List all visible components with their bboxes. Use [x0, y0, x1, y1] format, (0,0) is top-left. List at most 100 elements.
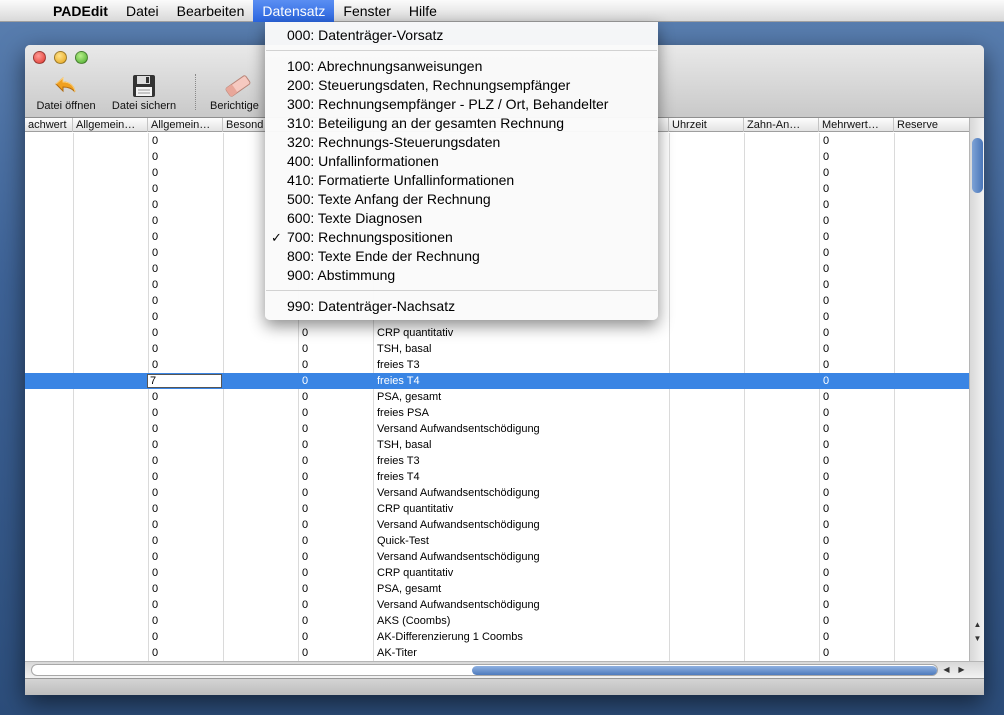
table-row[interactable]: 0 0 AK-Differenzierung 1 Coombs 0	[25, 629, 969, 645]
table-cell[interactable]: 0	[819, 213, 894, 229]
table-cell[interactable]: 0	[148, 453, 223, 469]
table-row[interactable]: 0 0 freies T4 0	[25, 469, 969, 485]
table-cell[interactable]: 0	[819, 277, 894, 293]
table-cell[interactable]: 0	[148, 629, 223, 645]
table-cell[interactable]: 0	[148, 437, 223, 453]
table-cell[interactable]: Versand Aufwandsentschödigung	[373, 421, 669, 437]
table-cell[interactable]: PSA, gesamt	[373, 389, 669, 405]
horizontal-scroll-thumb[interactable]	[472, 666, 937, 675]
table-row[interactable]: 0 0 CRP quantitativ 0	[25, 501, 969, 517]
table-cell[interactable]: 0	[298, 405, 373, 421]
table-cell[interactable]: 0	[148, 485, 223, 501]
correct-button[interactable]: Berichtige	[210, 72, 270, 112]
column-header[interactable]: Mehrwert…	[819, 118, 894, 132]
table-cell[interactable]: AK-Titer	[373, 645, 669, 661]
menu-fenster[interactable]: Fenster	[334, 0, 399, 22]
table-cell[interactable]: 0	[148, 245, 223, 261]
table-cell[interactable]: 0	[819, 629, 894, 645]
scroll-right-arrow-icon[interactable]: ▶	[954, 662, 969, 678]
menu-item-record-410[interactable]: 410: Formatierte Unfallinformationen	[265, 171, 658, 190]
vertical-scrollbar[interactable]: ▲ ▼	[969, 118, 984, 661]
table-cell[interactable]: 0	[148, 229, 223, 245]
table-cell[interactable]: 0	[148, 293, 223, 309]
table-cell[interactable]: 0	[819, 325, 894, 341]
table-cell[interactable]: CRP quantitativ	[373, 501, 669, 517]
table-cell[interactable]: Versand Aufwandsentschödigung	[373, 597, 669, 613]
table-row[interactable]: 0 freies T4 0 7	[25, 373, 969, 389]
table-row[interactable]: 0 0 freies PSA 0	[25, 405, 969, 421]
table-cell[interactable]: 0	[298, 597, 373, 613]
table-cell[interactable]: 0	[819, 405, 894, 421]
menu-item-record-310[interactable]: 310: Beteiligung an der gesamten Rechnun…	[265, 114, 658, 133]
table-cell[interactable]: AK-Differenzierung 1 Coombs	[373, 629, 669, 645]
table-cell[interactable]: freies T4	[373, 373, 669, 389]
menu-hilfe[interactable]: Hilfe	[400, 0, 446, 22]
table-row[interactable]: 0 0 CRP quantitativ 0	[25, 565, 969, 581]
table-cell[interactable]: 0	[298, 453, 373, 469]
table-cell[interactable]: 0	[819, 149, 894, 165]
table-cell[interactable]: 0	[148, 357, 223, 373]
table-cell[interactable]: Versand Aufwandsentschödigung	[373, 549, 669, 565]
table-cell[interactable]: AKS (Coombs)	[373, 613, 669, 629]
table-cell[interactable]: 0	[819, 517, 894, 533]
table-cell[interactable]: 0	[819, 133, 894, 149]
horizontal-scroll-track[interactable]	[31, 664, 938, 676]
table-cell[interactable]: 0	[148, 645, 223, 661]
table-row[interactable]: 0 0 TSH, basal 0	[25, 437, 969, 453]
table-cell[interactable]: 0	[819, 549, 894, 565]
table-cell[interactable]: 0	[819, 533, 894, 549]
table-cell[interactable]: 0	[819, 373, 894, 389]
table-cell[interactable]: 0	[148, 533, 223, 549]
menu-item-record-300[interactable]: 300: Rechnungsempfänger - PLZ / Ort, Beh…	[265, 95, 658, 114]
menu-app-name[interactable]: PADEdit	[44, 0, 117, 22]
table-row[interactable]: 0 0 CRP quantitativ 0	[25, 325, 969, 341]
table-row[interactable]: 0 0 Quick-Test 0	[25, 533, 969, 549]
table-cell[interactable]: 0	[148, 165, 223, 181]
table-cell[interactable]: 0	[148, 309, 223, 325]
scroll-left-arrow-icon[interactable]: ◀	[939, 662, 954, 678]
column-header[interactable]: Reserve	[894, 118, 969, 132]
table-cell[interactable]: 0	[819, 597, 894, 613]
table-cell[interactable]: 0	[148, 469, 223, 485]
close-button[interactable]	[33, 51, 46, 64]
table-cell[interactable]: 0	[298, 421, 373, 437]
table-cell[interactable]: 0	[819, 245, 894, 261]
menu-item-record-990[interactable]: 990: Datenträger-Nachsatz	[265, 297, 658, 316]
menu-item-record-000[interactable]: 000: Datenträger-Vorsatz	[265, 26, 658, 45]
table-cell[interactable]: TSH, basal	[373, 437, 669, 453]
menu-item-record-800[interactable]: 800: Texte Ende der Rechnung	[265, 247, 658, 266]
table-cell[interactable]: TSH, basal	[373, 341, 669, 357]
vertical-scroll-thumb[interactable]	[972, 138, 983, 193]
table-cell[interactable]: 0	[298, 357, 373, 373]
table-cell[interactable]: 0	[298, 325, 373, 341]
column-header[interactable]: achwert	[25, 118, 73, 132]
table-cell[interactable]: 0	[819, 357, 894, 373]
column-header[interactable]: Uhrzeit	[669, 118, 744, 132]
table-cell[interactable]: CRP quantitativ	[373, 325, 669, 341]
column-header[interactable]: Zahn-An…	[744, 118, 819, 132]
table-cell[interactable]: 0	[148, 133, 223, 149]
table-cell[interactable]: 0	[148, 565, 223, 581]
scroll-down-arrow-icon[interactable]: ▼	[970, 632, 984, 646]
table-cell[interactable]: 0	[819, 501, 894, 517]
table-cell[interactable]: 0	[298, 485, 373, 501]
table-cell[interactable]: 0	[148, 325, 223, 341]
table-cell[interactable]: 0	[148, 389, 223, 405]
table-cell[interactable]: 0	[819, 341, 894, 357]
table-cell[interactable]: 0	[819, 293, 894, 309]
table-row[interactable]: 0 0 PSA, gesamt 0	[25, 581, 969, 597]
table-cell[interactable]: 0	[148, 517, 223, 533]
table-row[interactable]: 0 0 PSA, gesamt 0	[25, 389, 969, 405]
menu-item-record-600[interactable]: 600: Texte Diagnosen	[265, 209, 658, 228]
table-row[interactable]: 0 0 AK-Titer 0	[25, 645, 969, 661]
table-cell[interactable]: 0	[298, 533, 373, 549]
save-file-button[interactable]: Datei sichern	[107, 72, 181, 112]
table-cell[interactable]: 0	[148, 613, 223, 629]
table-cell[interactable]: 0	[819, 645, 894, 661]
table-cell[interactable]: Versand Aufwandsentschödigung	[373, 517, 669, 533]
table-row[interactable]: 0 0 freies T3 0	[25, 357, 969, 373]
table-cell[interactable]: 0	[148, 549, 223, 565]
table-cell[interactable]: 0	[298, 565, 373, 581]
table-cell[interactable]: 0	[298, 341, 373, 357]
menu-item-record-100[interactable]: 100: Abrechnungsanweisungen	[265, 57, 658, 76]
